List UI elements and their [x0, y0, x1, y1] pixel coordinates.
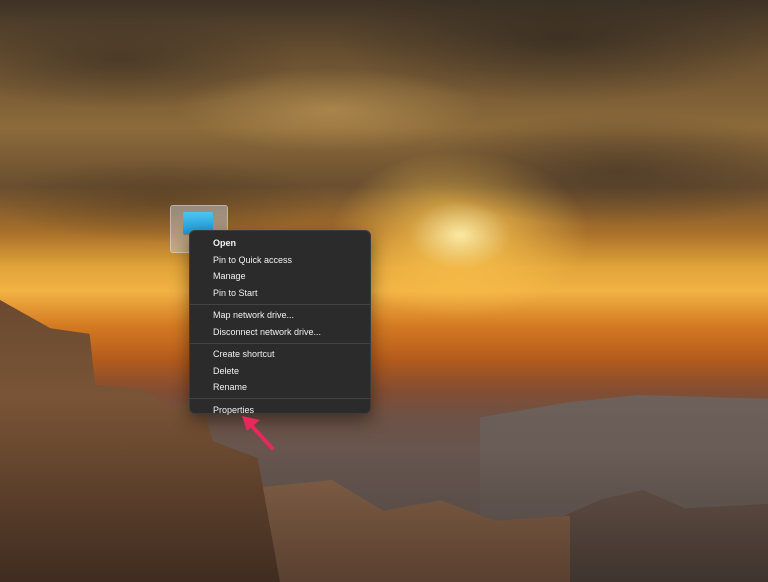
- menu-item-pin-quick-access[interactable]: Pin to Quick access: [190, 252, 370, 269]
- menu-item-open[interactable]: Open: [190, 235, 370, 252]
- menu-separator: [190, 342, 370, 344]
- desktop: Open Pin to Quick access Manage Pin to S…: [0, 0, 768, 582]
- menu-item-pin-start[interactable]: Pin to Start: [190, 285, 370, 302]
- menu-separator: [190, 398, 370, 399]
- menu-separator: [190, 303, 370, 305]
- context-menu: Open Pin to Quick access Manage Pin to S…: [189, 230, 371, 415]
- menu-item-disconnect-network-drive[interactable]: Disconnect network drive...: [190, 324, 370, 341]
- clouds: [0, 0, 768, 300]
- pointer-arrow-icon: [242, 416, 274, 450]
- menu-item-map-network-drive[interactable]: Map network drive...: [190, 307, 370, 324]
- menu-item-create-shortcut[interactable]: Create shortcut: [190, 346, 370, 363]
- menu-item-delete[interactable]: Delete: [190, 363, 370, 380]
- menu-item-manage[interactable]: Manage: [190, 268, 370, 285]
- menu-item-rename[interactable]: Rename: [190, 379, 370, 396]
